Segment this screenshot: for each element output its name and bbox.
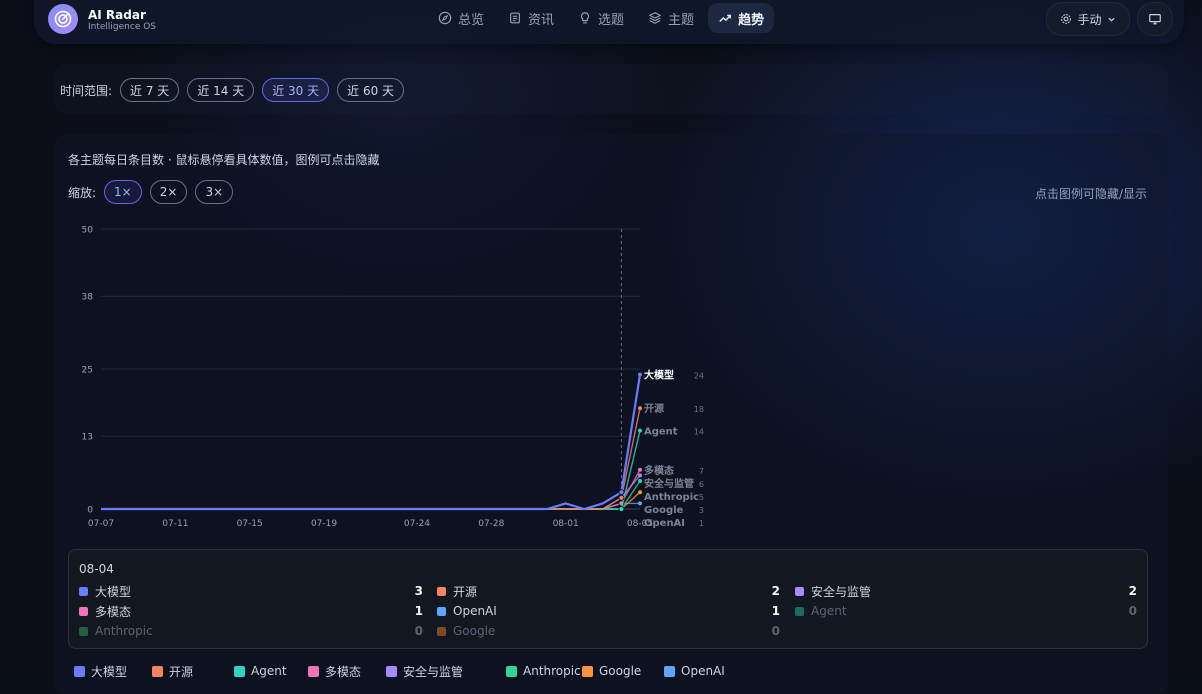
series-end-value: 1: [699, 519, 704, 528]
legend-swatch: [74, 665, 85, 677]
series-end-label: Google: [644, 505, 684, 516]
legend-item[interactable]: OpenAI: [664, 663, 734, 679]
tooltip-row: Agent 0: [795, 603, 1137, 619]
series-line: [101, 374, 642, 511]
tooltip-row: Anthropic 0: [79, 623, 423, 639]
series-end-value: 14: [694, 428, 704, 437]
x-tick-label: 07-19: [311, 519, 337, 529]
tooltip-row: OpenAI 1: [437, 603, 780, 619]
series-end-value: 18: [694, 405, 704, 414]
tooltip-series-name: Anthropic: [95, 624, 153, 638]
hover-tooltip: 08-04 大模型 3 开源 2 安全与监管 2 多模态 1 OpenAI 1 Agent 0 Anth…: [68, 549, 1148, 649]
legend-swatch: [506, 665, 517, 677]
series-end-label: Anthropic: [644, 492, 699, 503]
tooltip-swatch: [79, 626, 88, 636]
legend-swatch: [152, 665, 163, 677]
series-end-value: 5: [699, 493, 704, 502]
tooltip-row: 开源 2: [437, 583, 780, 599]
legend-item[interactable]: Anthropic: [506, 663, 582, 679]
series-endpoint: [638, 479, 642, 483]
x-tick-label: 07-11: [162, 519, 188, 529]
x-tick-label: 07-28: [478, 519, 504, 529]
legend-label: 多模态: [325, 664, 362, 679]
tooltip-row: 大模型 3: [79, 583, 423, 599]
tooltip-swatch: [79, 606, 88, 616]
tooltip-row: 多模态 1: [79, 603, 423, 619]
legend-item[interactable]: 大模型: [74, 663, 152, 679]
x-tick-label: 07-15: [237, 519, 263, 529]
tooltip-swatch: [437, 626, 446, 636]
tooltip-series-name: Agent: [811, 604, 847, 618]
legend-swatch: [308, 665, 319, 677]
series-endpoint: [638, 467, 642, 472]
hover-point: [618, 494, 625, 501]
series-endpoint: [638, 501, 642, 506]
series-endpoint: [638, 406, 642, 411]
tooltip-swatch: [437, 606, 446, 616]
series-line: [101, 430, 641, 510]
y-tick-label: 50: [82, 226, 94, 236]
legend-item[interactable]: Google: [582, 663, 664, 679]
legend-item[interactable]: Agent: [234, 663, 308, 679]
legend-swatch: [234, 665, 245, 677]
legend-item[interactable]: 安全与监管: [386, 663, 506, 679]
legend-swatch: [386, 665, 397, 677]
series-end-value: 24: [694, 372, 704, 381]
legend-item[interactable]: 开源: [152, 663, 234, 679]
series-endpoint: [638, 490, 642, 495]
chart-legend: 大模型 开源 Agent 多模态 安全与监管 Anthropic Google OpenAI: [74, 663, 734, 679]
series-line: [101, 408, 641, 510]
y-tick-label: 13: [82, 433, 93, 443]
hover-point: [618, 489, 625, 496]
tooltip-series-name: 开源: [453, 584, 478, 599]
series-end-label: 多模态: [644, 464, 674, 477]
tooltip-series-value: 0: [1128, 604, 1137, 618]
series-end-label: Agent: [644, 427, 678, 438]
tooltip-series-value: 1: [771, 604, 780, 618]
x-tick-label: 07-24: [404, 519, 430, 529]
x-tick-label: 08-01: [553, 519, 579, 529]
legend-item[interactable]: 多模态: [308, 663, 386, 679]
legend-label: 开源: [169, 664, 194, 679]
legend-swatch: [664, 665, 675, 677]
series-end-label: 开源: [644, 402, 664, 415]
tooltip-series-name: 大模型: [95, 584, 132, 599]
series-endpoint: [638, 372, 642, 377]
legend-label: 安全与监管: [403, 664, 464, 679]
tooltip-swatch: [795, 606, 804, 616]
hover-point: [618, 506, 625, 512]
series-line: [101, 469, 641, 510]
tooltip-row: Google 0: [437, 623, 780, 639]
tooltip-series-value: 2: [1128, 584, 1137, 598]
tooltip-series-name: 安全与监管: [811, 584, 872, 599]
tooltip-series-value: 0: [414, 624, 423, 638]
series-end-value: 6: [699, 480, 704, 489]
tooltip-date: 08-04: [79, 562, 114, 576]
series-end-value: 3: [699, 506, 704, 515]
tooltip-swatch: [795, 586, 804, 596]
series-endpoint: [638, 428, 642, 433]
series-end-label: 安全与监管: [644, 477, 694, 490]
series-end-label: 大模型: [644, 369, 674, 382]
tooltip-series-value: 2: [771, 584, 780, 598]
x-tick-label: 07-07: [88, 519, 114, 529]
tooltip-row: 安全与监管 2: [795, 583, 1137, 599]
tooltip-series-value: 0: [771, 624, 780, 638]
legend-swatch: [582, 665, 593, 677]
series-endpoint: [638, 473, 642, 478]
tooltip-swatch: [437, 586, 446, 596]
series-line: [101, 474, 641, 510]
tooltip-series-name: OpenAI: [453, 604, 497, 618]
legend-label: 大模型: [91, 664, 128, 679]
y-tick-label: 38: [82, 293, 94, 303]
tooltip-series-value: 3: [414, 584, 423, 598]
tooltip-swatch: [79, 586, 88, 596]
y-tick-label: 0: [87, 506, 93, 516]
series-end-label: OpenAI: [644, 518, 685, 529]
y-tick-label: 25: [82, 366, 93, 376]
tooltip-series-value: 1: [414, 604, 423, 618]
tooltip-series-name: 多模态: [95, 604, 132, 619]
series-end-value: 7: [699, 467, 704, 476]
tooltip-series-name: Google: [453, 624, 496, 638]
